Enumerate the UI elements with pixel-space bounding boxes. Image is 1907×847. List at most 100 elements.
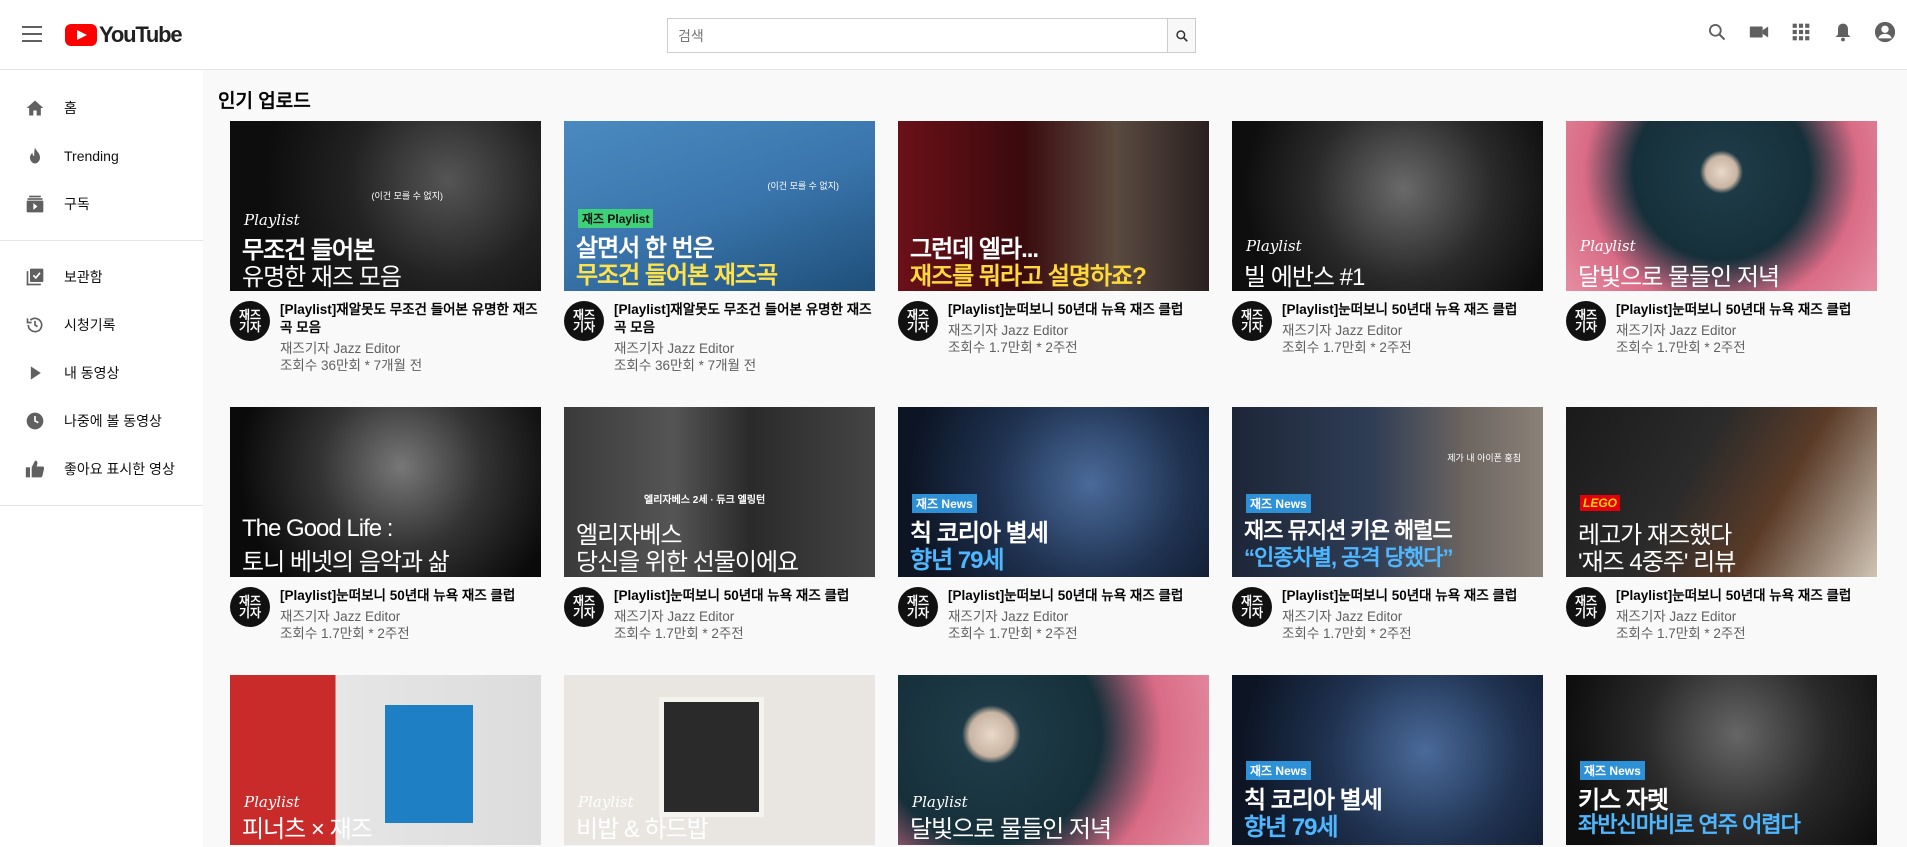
thumb-line1: The Good Life : [242, 515, 393, 542]
video-title[interactable]: [Playlist]눈떠보니 50년대 뉴욕 재즈 클럽 [1616, 301, 1877, 319]
notifications-bell-icon[interactable] [1831, 20, 1855, 44]
subscriptions-icon [24, 193, 46, 215]
video-card: 재즈 News 키스 자렛 좌반신마비로 연주 어렵다 [1566, 675, 1877, 845]
thumb-line2: 토니 베넷의 음악과 삶 [242, 549, 450, 576]
video-views: 조회수 1.7만회 * 2주전 [1282, 626, 1412, 641]
sidebar-item-label: 좋아요 표시한 영상 [64, 461, 175, 477]
channel-name[interactable]: 재즈기자 Jazz Editor [1616, 322, 1877, 339]
video-card: Playlist 달빛으로 물들인 저녁 [898, 675, 1209, 845]
channel-name[interactable]: 재즈기자 Jazz Editor [948, 608, 1209, 625]
sidebar-item-label: 보관함 [64, 269, 103, 285]
channel-avatar[interactable]: 재즈 기자 [898, 301, 938, 341]
account-avatar-icon[interactable] [1873, 20, 1897, 44]
channel-avatar[interactable]: 재즈 기자 [230, 587, 270, 627]
sidebar-item-label: 내 동영상 [64, 365, 120, 381]
video-views: 조회수 1.7만회 * 2주전 [948, 626, 1078, 641]
sidebar-item-watch-later[interactable]: 나중에 볼 동영상 [0, 397, 203, 445]
video-thumbnail[interactable]: Playlist 비밥 & 하드밥 [564, 675, 875, 845]
youtube-logo[interactable]: YouTube [65, 22, 183, 47]
thumb-line2: 좌반신마비로 연주 어렵다 [1578, 812, 1801, 837]
video-thumbnail[interactable]: Playlist 달빛으로 물들인 저녁 [1566, 121, 1877, 291]
sidebar-item-home[interactable]: 홈 [0, 84, 203, 132]
top-icons [1705, 20, 1897, 44]
section-title: 인기 업로드 [218, 91, 311, 112]
sidebar-item-trending[interactable]: Trending [0, 132, 203, 180]
home-icon [24, 97, 46, 119]
video-thumbnail[interactable]: 엘리자베스 2세 · 듀크 엘링턴 엘리자베스 당신을 위한 선물이에요 [564, 407, 875, 577]
channel-name[interactable]: 재즈기자 Jazz Editor [280, 608, 541, 625]
channel-name[interactable]: 재즈기자 Jazz Editor [1616, 608, 1877, 625]
channel-name[interactable]: 재즈기자 Jazz Editor [1282, 322, 1543, 339]
mobile-search-icon[interactable] [1705, 20, 1729, 44]
video-card: 제가 내 아이폰 훔침 재즈 News 재즈 뮤지션 키욘 해럴드 “인종차별,… [1232, 407, 1543, 642]
create-video-icon[interactable] [1747, 20, 1771, 44]
channel-avatar[interactable]: 재즈 기자 [564, 301, 604, 341]
video-thumbnail[interactable]: The Good Life : 토니 베넷의 음악과 삶 [230, 407, 541, 577]
thumb-tag: 재즈 News [1246, 761, 1311, 780]
video-card: 재즈 News 칙 코리아 별세 향년 79세 [1232, 675, 1543, 845]
video-card: 엘리자베스 2세 · 듀크 엘링턴 엘리자베스 당신을 위한 선물이에요 재즈 … [564, 407, 875, 642]
video-card: 그런데 엘라... 재즈를 뭐라고 설명하죠? 재즈 기자 [Playlist]… [898, 121, 1209, 356]
video-title[interactable]: [Playlist]눈떠보니 50년대 뉴욕 재즈 클럽 [1616, 587, 1877, 605]
sidebar-item-history[interactable]: 시청기록 [0, 301, 203, 349]
search-button[interactable] [1167, 18, 1196, 53]
channel-avatar[interactable]: 재즈 기자 [1566, 587, 1606, 627]
thumb-line1: 피너츠 × 재즈 [242, 816, 373, 843]
video-title[interactable]: [Playlist]눈떠보니 50년대 뉴욕 재즈 클럽 [948, 301, 1209, 319]
thumb-note: 엘리자베스 2세 · 듀크 엘링턴 [644, 495, 766, 506]
video-thumbnail[interactable]: Playlist 빌 에반스 #1 [1232, 121, 1543, 291]
apps-grid-icon[interactable] [1789, 20, 1813, 44]
sidebar-item-library[interactable]: 보관함 [0, 253, 203, 301]
thumb-note: (이건 모를 수 없지) [767, 181, 839, 191]
menu-icon[interactable] [22, 26, 42, 42]
video-thumbnail[interactable]: (이건 모를 수 없지) Playlist 무조건 들어본 유명한 재즈 모음 [230, 121, 541, 291]
video-thumbnail[interactable]: 제가 내 아이폰 훔침 재즈 News 재즈 뮤지션 키욘 해럴드 “인종차별,… [1232, 407, 1543, 577]
video-thumbnail[interactable]: 그런데 엘라... 재즈를 뭐라고 설명하죠? [898, 121, 1209, 291]
sidebar-item-label: 구독 [64, 196, 90, 212]
channel-avatar[interactable]: 재즈 기자 [1232, 587, 1272, 627]
channel-avatar[interactable]: 재즈 기자 [898, 587, 938, 627]
video-title[interactable]: [Playlist]눈떠보니 50년대 뉴욕 재즈 클럽 [948, 587, 1209, 605]
video-thumbnail[interactable]: Playlist 달빛으로 물들인 저녁 [898, 675, 1209, 845]
thumbs-up-icon [24, 458, 46, 480]
video-thumbnail[interactable]: LEGO 레고가 재즈했다 '재즈 4중주' 리뷰 [1566, 407, 1877, 577]
sidebar-item-label: 나중에 볼 동영상 [64, 413, 162, 429]
thumb-line1: 빌 에반스 #1 [1244, 264, 1365, 291]
video-thumbnail[interactable]: 재즈 News 칙 코리아 별세 향년 79세 [1232, 675, 1543, 845]
sidebar-item-my-videos[interactable]: 내 동영상 [0, 349, 203, 397]
channel-avatar[interactable]: 재즈 기자 [230, 301, 270, 341]
video-thumbnail[interactable]: (이건 모를 수 없지) 재즈 Playlist 살면서 한 번은 무조건 들어… [564, 121, 875, 291]
sidebar-item-subscriptions[interactable]: 구독 [0, 180, 203, 228]
channel-name[interactable]: 재즈기자 Jazz Editor [948, 322, 1209, 339]
flame-icon [24, 145, 46, 167]
video-thumbnail[interactable]: 재즈 News 키스 자렛 좌반신마비로 연주 어렵다 [1566, 675, 1877, 845]
video-title[interactable]: [Playlist]재알못도 무조건 들어본 유명한 재즈 곡 모음 [614, 301, 875, 337]
sidebar-divider [0, 505, 203, 506]
channel-name[interactable]: 재즈기자 Jazz Editor [280, 340, 541, 357]
sidebar-divider [0, 240, 203, 241]
video-card: LEGO 레고가 재즈했다 '재즈 4중주' 리뷰 재즈 기자 [Playlis… [1566, 407, 1877, 642]
thumb-line2: 향년 79세 [910, 547, 1005, 574]
search-input[interactable] [667, 18, 1167, 53]
video-title[interactable]: [Playlist]눈떠보니 50년대 뉴욕 재즈 클럽 [614, 587, 875, 605]
snoopy-card [385, 705, 473, 823]
sidebar-item-label: 시청기록 [64, 317, 116, 333]
channel-name[interactable]: 재즈기자 Jazz Editor [1282, 608, 1543, 625]
channel-avatar[interactable]: 재즈 기자 [1232, 301, 1272, 341]
logo-text: YouTube [99, 22, 183, 47]
channel-avatar[interactable]: 재즈 기자 [1566, 301, 1606, 341]
video-title[interactable]: [Playlist]재알못도 무조건 들어본 유명한 재즈 곡 모음 [280, 301, 541, 337]
video-thumbnail[interactable]: Playlist 피너츠 × 재즈 [230, 675, 541, 845]
thumb-line2: 재즈를 뭐라고 설명하죠? [910, 263, 1147, 290]
thumb-line1: 달빛으로 물들인 저녁 [910, 816, 1112, 843]
channel-avatar[interactable]: 재즈 기자 [564, 587, 604, 627]
video-card: 재즈 News 칙 코리아 별세 향년 79세 재즈 기자 [Playlist]… [898, 407, 1209, 642]
video-title[interactable]: [Playlist]눈떠보니 50년대 뉴욕 재즈 클럽 [1282, 587, 1543, 605]
video-thumbnail[interactable]: 재즈 News 칙 코리아 별세 향년 79세 [898, 407, 1209, 577]
video-title[interactable]: [Playlist]눈떠보니 50년대 뉴욕 재즈 클럽 [280, 587, 541, 605]
channel-name[interactable]: 재즈기자 Jazz Editor [614, 608, 875, 625]
sidebar-item-liked-videos[interactable]: 좋아요 표시한 영상 [0, 445, 203, 493]
video-title[interactable]: [Playlist]눈떠보니 50년대 뉴욕 재즈 클럽 [1282, 301, 1543, 319]
thumb-tag: Playlist [244, 211, 300, 229]
channel-name[interactable]: 재즈기자 Jazz Editor [614, 340, 875, 357]
